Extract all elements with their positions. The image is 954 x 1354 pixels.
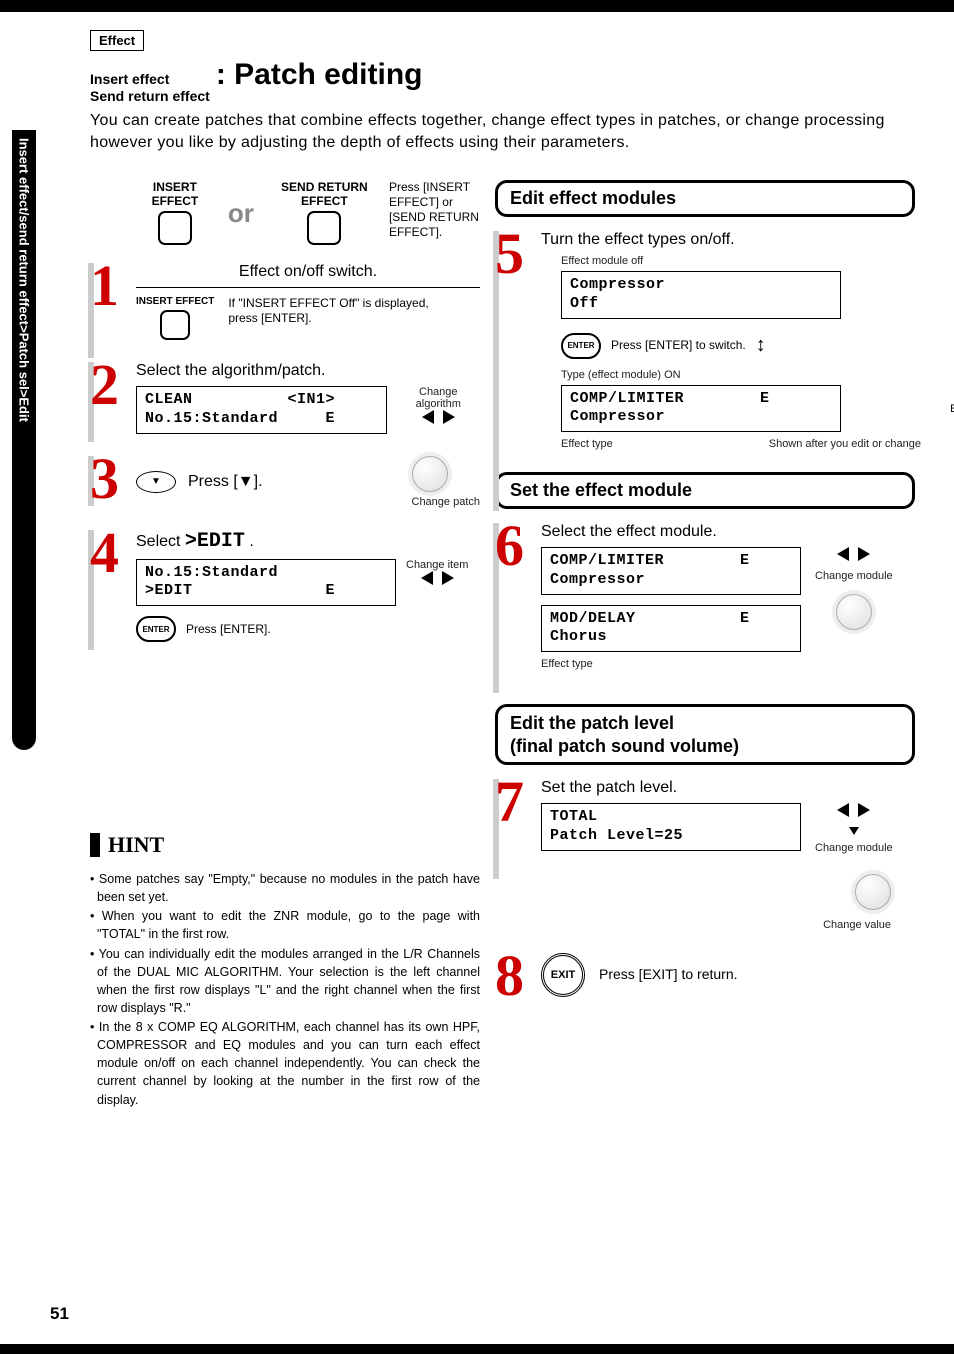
category-box: Effect [90, 30, 144, 51]
step-1: 1 Effect on/off switch. INSERT EFFECT If… [90, 263, 480, 340]
step-3: 3 ▼ Press [▼]. Change patch [90, 456, 480, 508]
edit-patch-level-heading: Edit the patch level (final patch sound … [495, 704, 915, 765]
right-arrow-icon [858, 803, 870, 817]
step-7-title: Set the patch level. [541, 779, 915, 797]
step4-lcd: No.15:Standard >EDIT E [136, 559, 396, 607]
left-arrow-icon [837, 803, 849, 817]
hint-item: • Some patches say "Empty," because no m… [90, 870, 480, 906]
step-2: 2 Select the algorithm/patch. CLEAN <IN1… [90, 362, 480, 434]
step-5-number: 5 [495, 231, 524, 277]
step1-note: If "INSERT EFFECT Off" is displayed, pre… [228, 296, 448, 326]
step-1-title: Effect on/off switch. [136, 263, 480, 281]
step1-insert-button[interactable] [160, 310, 190, 340]
effect-button-row: INSERT EFFECT or SEND RETURN EFFECT Pres… [136, 180, 480, 245]
right-arrow-icon [443, 410, 455, 424]
step-6: 6 Select the effect module. COMP/LIMITER… [495, 523, 915, 670]
down-cursor-button[interactable]: ▼ [136, 471, 176, 493]
title-line1: Insert effect [90, 71, 210, 88]
step-1-number: 1 [90, 263, 119, 309]
step6-lcd1: COMP/LIMITER E Compressor [541, 547, 801, 595]
dial-knob[interactable] [836, 594, 872, 630]
step2-cap1: Change algorithm [397, 386, 480, 410]
press-note: Press [INSERT EFFECT] or [SEND RETURN EF… [389, 180, 480, 240]
left-column: INSERT EFFECT or SEND RETURN EFFECT Pres… [90, 180, 480, 664]
change-module-caption: Change module [815, 570, 893, 582]
step5-sub1: Effect module off [561, 255, 915, 267]
right-arrow-icon [858, 547, 870, 561]
insert-effect-label: INSERT EFFECT [136, 180, 214, 208]
down-arrow-icon [849, 827, 859, 835]
step-3-number: 3 [90, 456, 119, 502]
step6-lcd2: MOD/DELAY E Chorus [541, 605, 801, 653]
left-arrow-icon [421, 571, 433, 585]
effect-type-caption: Effect type [541, 658, 801, 670]
step2-lcd: CLEAN <IN1> No.15:Standard E [136, 386, 387, 434]
header-bar [0, 0, 954, 12]
step-2-title: Select the algorithm/patch. [136, 362, 480, 380]
step-3-title: Press [▼]. [188, 473, 263, 491]
step5-lcd1: Compressor Off [561, 271, 841, 319]
step1-btn-label: INSERT EFFECT [136, 296, 214, 307]
step5-sub2: Type (effect module) ON [561, 369, 915, 381]
enter-button[interactable]: ENTER [136, 616, 176, 642]
step5-enter-note: Press [ENTER] to switch. [611, 338, 746, 353]
dial-knob[interactable] [412, 456, 448, 492]
or-text: or [228, 198, 254, 229]
step-4-number: 4 [90, 530, 119, 576]
step5-lcd2: COMP/LIMITER E Compressor [561, 385, 841, 433]
dial-knob[interactable] [855, 874, 891, 910]
page-number: 51 [50, 1304, 69, 1324]
set-effect-module-heading: Set the effect module [495, 472, 915, 509]
edit-effect-modules-heading: Edit effect modules [495, 180, 915, 217]
hint-item: • In the 8 x COMP EQ ALGORITHM, each cha… [90, 1018, 480, 1109]
edit-mark-caption: E: Edit mark [950, 403, 954, 415]
step-7: 7 Set the patch level. TOTAL Patch Level… [495, 779, 915, 931]
step-2-number: 2 [90, 362, 119, 408]
step3-cap: Change patch [412, 496, 481, 508]
change-value-caption: Change value [541, 919, 891, 931]
insert-effect-button[interactable] [158, 211, 192, 245]
step-7-number: 7 [495, 779, 524, 825]
title-line2: Send return effect [90, 88, 210, 105]
step-8: 8 EXIT Press [EXIT] to return. [495, 953, 915, 997]
step-6-title: Select the effect module. [541, 523, 915, 541]
hint-title-text: HINT [108, 832, 164, 858]
hint-item: • You can individually edit the modules … [90, 945, 480, 1018]
exit-button[interactable]: EXIT [541, 953, 585, 997]
hint-list: • Some patches say "Empty," because no m… [90, 870, 480, 1109]
intro-text: You can create patches that combine effe… [90, 110, 914, 155]
step-5-title: Turn the effect types on/off. [541, 231, 915, 249]
step4-title-suffix: . [245, 533, 254, 550]
footer-bar [0, 1344, 954, 1354]
step4-title-code: >EDIT [185, 530, 245, 553]
send-return-button[interactable] [307, 211, 341, 245]
left-arrow-icon [837, 547, 849, 561]
step7-lcd: TOTAL Patch Level=25 [541, 803, 801, 851]
hint-item: • When you want to edit the ZNR module, … [90, 907, 480, 943]
side-tab: Insert effect/send return effect>Patch s… [12, 130, 36, 750]
left-arrow-icon [422, 410, 434, 424]
change-module-caption: Change module [815, 842, 893, 854]
right-column: Edit effect modules 5 Turn the effect ty… [495, 180, 915, 1019]
send-return-label: SEND RETURN EFFECT [268, 180, 381, 208]
title-main: : Patch editing [216, 58, 423, 92]
effect-type-caption: Effect type [561, 438, 613, 450]
page-title: Insert effect Send return effect : Patch… [90, 58, 423, 105]
hint-title: HINT [90, 832, 480, 858]
enter-button[interactable]: ENTER [561, 333, 601, 359]
hint-section: HINT • Some patches say "Empty," because… [90, 832, 480, 1110]
step-6-number: 6 [495, 523, 524, 569]
step-4: 4 Select >EDIT . No.15:Standard >EDIT E … [90, 530, 480, 643]
step-8-number: 8 [495, 953, 524, 999]
step8-note: Press [EXIT] to return. [599, 966, 738, 984]
updown-arrow-icon: ↕ [756, 334, 766, 357]
step-5: 5 Turn the effect types on/off. Effect m… [495, 231, 915, 450]
step4-cap: Change item [406, 559, 468, 571]
step4-enter-note: Press [ENTER]. [186, 622, 271, 637]
step-4-title: Select >EDIT . [136, 530, 480, 553]
shown-after-caption: Shown after you edit or change [769, 438, 921, 450]
step4-title-prefix: Select [136, 533, 185, 550]
hint-bar-icon [90, 833, 100, 857]
right-arrow-icon [442, 571, 454, 585]
